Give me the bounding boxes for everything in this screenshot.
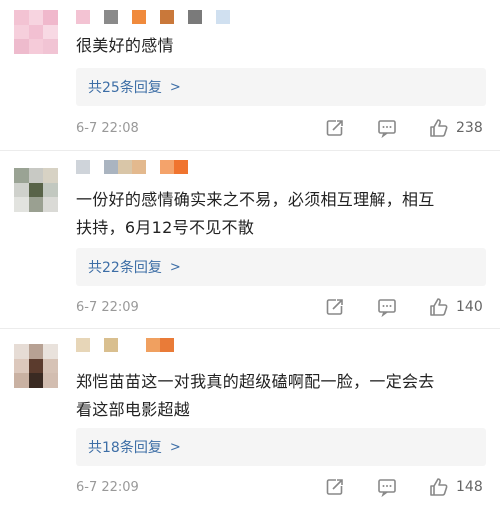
username-pixel [146, 160, 160, 174]
username-pixel [76, 338, 90, 352]
username-pixel [146, 10, 160, 24]
username-pixel [118, 160, 132, 174]
avatar-pixel [28, 358, 44, 374]
replies-count: 共25条回复 [88, 80, 162, 96]
username-pixel [132, 338, 146, 352]
divider [0, 150, 500, 151]
username-pixel [104, 160, 118, 174]
avatar-pixel [28, 39, 44, 54]
username-pixel [174, 10, 188, 24]
view-replies-button[interactable]: 共22条回复 > [76, 248, 486, 286]
username-pixel [90, 338, 104, 352]
timestamp: 6-7 22:08 [76, 120, 139, 136]
avatar-pixel [43, 197, 58, 212]
avatar-pixel [43, 10, 58, 25]
username-pixel [132, 160, 146, 174]
replies-count: 共18条回复 [88, 440, 162, 456]
avatar-pixel [14, 197, 29, 212]
username-blurred[interactable] [76, 10, 230, 24]
share-icon[interactable] [324, 117, 346, 139]
share-icon[interactable] [324, 296, 346, 318]
avatar-pixel [28, 10, 44, 25]
comment-text-line: 郑恺苗苗这一对我真的超级磕啊配一脸，一定会去 [76, 372, 435, 391]
username-pixel [104, 10, 118, 24]
avatar-pixel [43, 373, 58, 388]
avatar[interactable] [14, 168, 58, 212]
avatar-pixel [43, 24, 58, 40]
divider [0, 328, 500, 329]
username-pixel [160, 10, 174, 24]
username-pixel [104, 338, 118, 352]
thumbs-up-icon[interactable] [428, 296, 450, 318]
avatar-pixel [14, 39, 29, 54]
comment-text: 很美好的感情 [76, 36, 174, 55]
avatar-pixel [43, 168, 58, 183]
view-replies-button[interactable]: 共18条回复 > [76, 428, 486, 466]
timestamp: 6-7 22:09 [76, 479, 139, 495]
username-pixel [202, 10, 216, 24]
username-pixel [216, 10, 230, 24]
username-pixel [160, 338, 174, 352]
avatar-pixel [43, 182, 58, 198]
comment-text-line: 扶持，6月12号不见不散 [76, 218, 255, 237]
username-pixel [118, 10, 132, 24]
view-replies-button[interactable]: 共25条回复 > [76, 68, 486, 106]
avatar-pixel [14, 373, 29, 388]
username-blurred[interactable] [76, 338, 174, 352]
avatar-pixel [28, 344, 44, 359]
like-count: 148 [456, 479, 483, 495]
avatar-pixel [14, 358, 29, 374]
avatar-pixel [43, 358, 58, 374]
comment-text: 一份好的感情确实来之不易，必须相互理解，相互 扶持，6月12号不见不散 [76, 186, 486, 242]
avatar-pixel [28, 197, 44, 212]
comment-meta: 6-7 22:08 238 [76, 117, 486, 139]
chevron-right-icon: > [169, 259, 181, 275]
username-pixel [188, 10, 202, 24]
avatar[interactable] [14, 344, 58, 388]
comment-text: 郑恺苗苗这一对我真的超级磕啊配一脸，一定会去 看这部电影超越 [76, 368, 486, 424]
comment-text-line: 看这部电影超越 [76, 400, 191, 419]
comment-meta: 6-7 22:09 140 [76, 296, 486, 318]
username-pixel [160, 160, 174, 174]
like-count: 238 [456, 120, 483, 136]
share-icon[interactable] [324, 476, 346, 498]
avatar-pixel [28, 24, 44, 40]
thumbs-up-icon[interactable] [428, 117, 450, 139]
avatar-pixel [28, 373, 44, 388]
avatar-pixel [14, 168, 29, 183]
comment-icon[interactable] [376, 117, 398, 139]
username-pixel [76, 10, 90, 24]
username-pixel [132, 10, 146, 24]
avatar[interactable] [14, 10, 58, 54]
chevron-right-icon: > [169, 79, 181, 95]
replies-count: 共22条回复 [88, 260, 162, 276]
avatar-pixel [28, 168, 44, 183]
username-pixel [118, 338, 132, 352]
comment-icon[interactable] [376, 296, 398, 318]
avatar-pixel [43, 344, 58, 359]
chevron-right-icon: > [169, 439, 181, 455]
avatar-pixel [28, 182, 44, 198]
username-pixel [90, 10, 104, 24]
like-count: 140 [456, 299, 483, 315]
comment-icon[interactable] [376, 476, 398, 498]
avatar-pixel [14, 182, 29, 198]
avatar-pixel [43, 39, 58, 54]
username-pixel [76, 160, 90, 174]
thumbs-up-icon[interactable] [428, 476, 450, 498]
avatar-pixel [14, 344, 29, 359]
username-blurred[interactable] [76, 160, 188, 174]
comment-meta: 6-7 22:09 148 [76, 476, 486, 498]
username-pixel [146, 338, 160, 352]
username-pixel [174, 160, 188, 174]
comment-text-line: 一份好的感情确实来之不易，必须相互理解，相互 [76, 190, 435, 209]
timestamp: 6-7 22:09 [76, 299, 139, 315]
avatar-pixel [14, 24, 29, 40]
avatar-pixel [14, 10, 29, 25]
username-pixel [90, 160, 104, 174]
